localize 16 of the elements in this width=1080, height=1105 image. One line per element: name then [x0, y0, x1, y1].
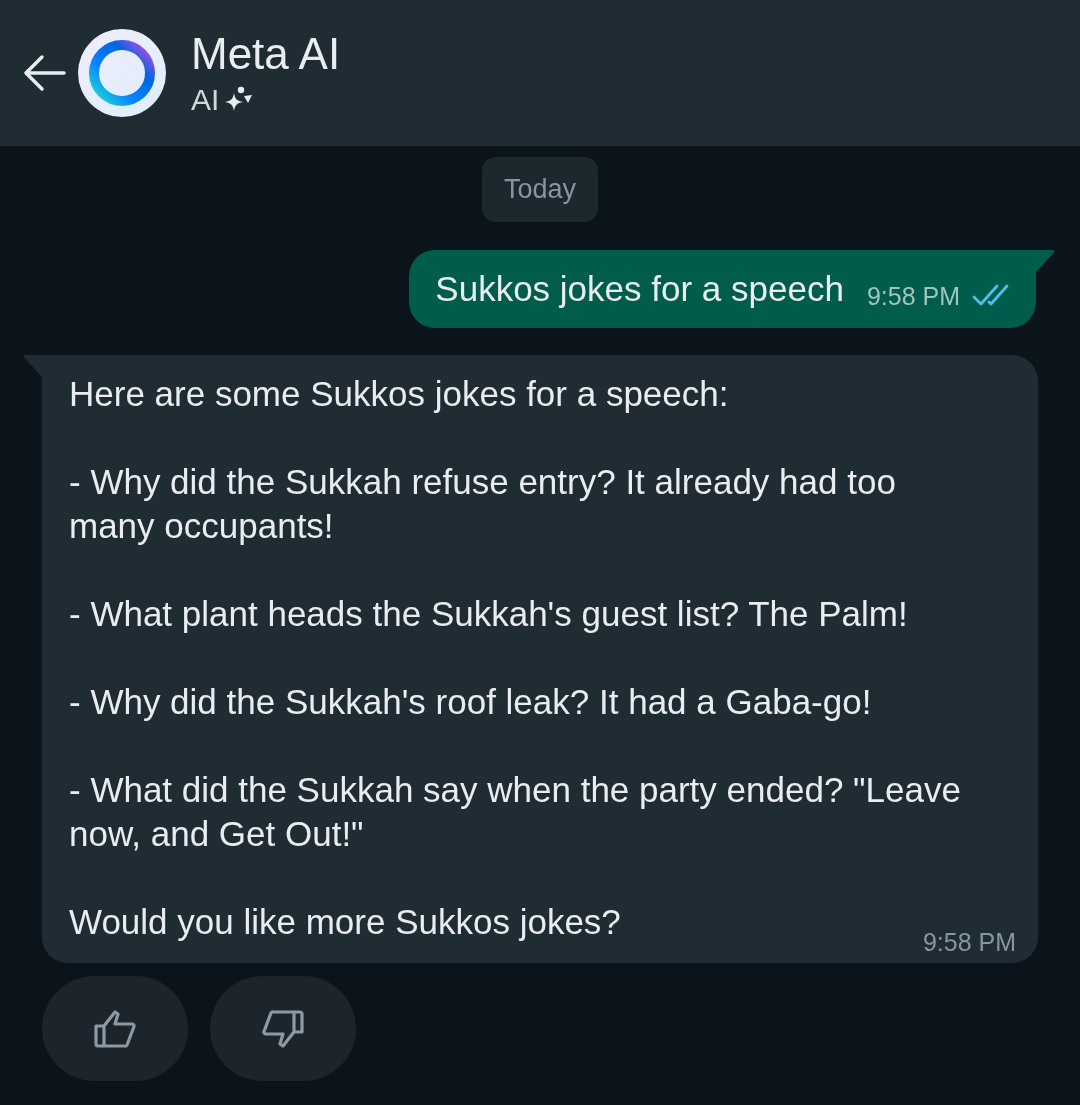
message-time: 9:58 PM: [866, 281, 960, 311]
contact-subtitle: AI: [191, 82, 220, 118]
message-text: Would you like more Sukkos jokes?: [69, 901, 621, 943]
message-time: 9:58 PM: [922, 927, 1016, 957]
contact-name[interactable]: Meta AI: [191, 28, 341, 80]
message-text: Sukkos jokes for a speech: [435, 268, 844, 310]
message-text: - What did the Sukkah say when the party ended? "Leave now, and Get Out!": [69, 769, 962, 855]
thumbs-up-icon: [93, 1008, 137, 1049]
message-text: Here are some Sukkos jokes for a speech:: [69, 373, 729, 415]
message-text: - What plant heads the Sukkah's guest list? The Palm!: [69, 593, 908, 635]
message-text: - Why did the Sukkah refuse entry? It already had too many occupants!: [69, 461, 897, 547]
message-text: - Why did the Sukkah's roof leak? It had a Gaba-go!: [69, 681, 872, 723]
avatar-icon[interactable]: [78, 29, 166, 117]
thumbs-down-icon: [261, 1008, 305, 1049]
date-chip: Today: [481, 157, 599, 222]
back-arrow-icon[interactable]: [22, 53, 66, 93]
